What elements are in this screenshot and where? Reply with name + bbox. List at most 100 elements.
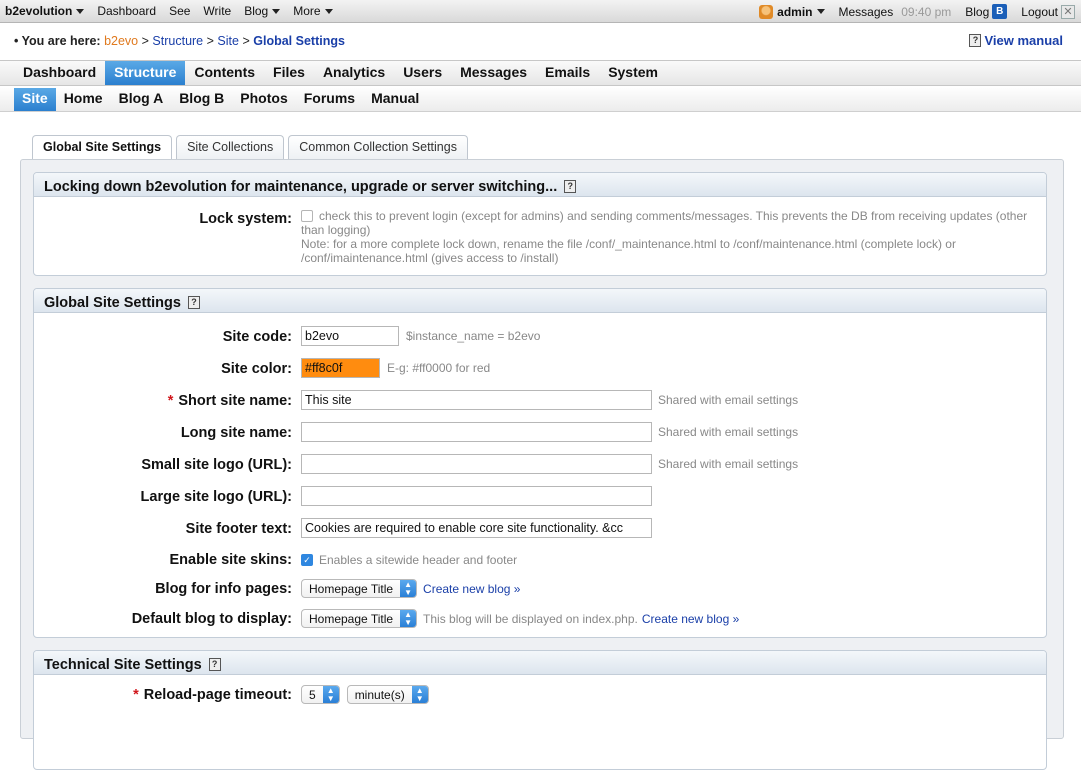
site-color-note: E-g: #ff0000 for red <box>387 361 491 375</box>
main-menu-item-contents[interactable]: Contents <box>185 61 264 85</box>
long-site-name-input[interactable] <box>301 422 652 442</box>
sub-menu-item-manual[interactable]: Manual <box>363 88 427 111</box>
info-blog-label: Blog for info pages: <box>155 581 292 597</box>
evobar-item-b2evolution[interactable]: b2evolution <box>5 4 85 18</box>
view-manual-link[interactable]: ? View manual <box>969 33 1063 48</box>
user-menu[interactable]: admin <box>759 4 825 19</box>
fieldset-title: Technical Site Settings <box>44 656 202 673</box>
chevron-down-icon <box>76 9 85 14</box>
site-color-label: Site color: <box>221 361 292 377</box>
help-icon[interactable]: ? <box>187 296 200 309</box>
chevron-down-icon <box>272 9 281 14</box>
blog-link[interactable]: Blog B <box>965 4 1008 19</box>
help-icon[interactable]: ? <box>208 658 221 671</box>
close-icon: ✕ <box>1061 4 1075 19</box>
create-new-blog-link[interactable]: Create new blog » <box>423 582 520 596</box>
sub-menu-item-blog-b[interactable]: Blog B <box>171 88 232 111</box>
lock-system-field: check this to prevent login (except for … <box>301 209 1041 265</box>
reload-unit-select[interactable]: minute(s) ▲ ▼ <box>346 685 429 704</box>
breadcrumb-prefix: • You are here: <box>14 34 101 48</box>
help-icon: ? <box>969 34 982 47</box>
settings-tabs: Global Site Settings Site Collections Comm… <box>32 135 472 160</box>
breadcrumb-separator: > <box>206 34 214 48</box>
logout-link[interactable]: Logout ✕ <box>1021 4 1075 19</box>
reload-unit-selected: minute(s) <box>354 687 405 702</box>
settings-panel: Locking down b2evolution for maintenance… <box>20 159 1064 770</box>
create-new-blog-link[interactable]: Create new blog » <box>642 612 739 626</box>
footer-text-label: Site footer text: <box>185 521 292 537</box>
small-logo-note: Shared with email settings <box>658 457 799 471</box>
large-logo-field <box>301 486 652 506</box>
select-arrows-icon: ▲ ▼ <box>400 580 417 597</box>
avatar-icon <box>759 4 774 19</box>
main-menu-item-users[interactable]: Users <box>394 61 451 85</box>
breadcrumb-separator: > <box>242 34 250 48</box>
large-logo-label: Large site logo (URL): <box>140 489 292 505</box>
info-blog-select[interactable]: Homepage Title ▲ ▼ <box>301 579 418 598</box>
logout-label: Logout <box>1021 4 1058 19</box>
chevron-down-icon <box>324 9 333 14</box>
footer-text-input[interactable] <box>301 518 652 538</box>
main-menu-item-analytics[interactable]: Analytics <box>314 61 394 85</box>
reload-timeout-label-text: Reload-page timeout: <box>143 687 292 703</box>
blog-icon: B <box>992 4 1008 19</box>
main-menu-item-files[interactable]: Files <box>264 61 314 85</box>
main-menu-item-structure[interactable]: Structure <box>105 61 186 85</box>
select-arrows-icon: ▲ ▼ <box>411 686 428 703</box>
footer-text-field <box>301 518 652 538</box>
evobar-item-label: More <box>293 4 321 18</box>
reload-timeout-field: 5 ▲ ▼ minute(s) ▲ ▼ <box>301 685 429 704</box>
sub-menu-item-forums[interactable]: Forums <box>296 88 363 111</box>
small-logo-input[interactable] <box>301 454 652 474</box>
short-site-name-note: Shared with email settings <box>658 393 799 407</box>
sub-menu-item-site[interactable]: Site <box>14 88 56 111</box>
tab-site-collections[interactable]: Site Collections <box>176 135 285 159</box>
evobar-item-more[interactable]: More <box>293 4 333 18</box>
required-marker: * <box>167 393 174 409</box>
help-icon[interactable]: ? <box>564 180 577 193</box>
info-blog-selected: Homepage Title <box>309 581 394 596</box>
default-blog-selected: Homepage Title <box>309 611 394 626</box>
enable-skins-note: Enables a sitewide header and footer <box>319 553 518 567</box>
evobar-item-blog[interactable]: Blog <box>244 4 281 18</box>
short-site-name-field: Shared with email settings <box>301 390 798 410</box>
messages-link[interactable]: Messages <box>839 5 894 19</box>
fieldset-header: Locking down b2evolution for maintenance… <box>34 173 1046 197</box>
small-logo-field: Shared with email settings <box>301 454 798 474</box>
tab-global-site-settings[interactable]: Global Site Settings <box>32 135 173 160</box>
enable-skins-checkbox[interactable]: ✓ <box>301 554 313 566</box>
main-menu-item-messages[interactable]: Messages <box>451 61 536 85</box>
evobar-item-see[interactable]: See <box>169 4 190 18</box>
site-code-input[interactable] <box>301 326 399 346</box>
site-color-input[interactable] <box>301 358 380 378</box>
breadcrumb-separator: > <box>141 34 149 48</box>
main-menu-item-emails[interactable]: Emails <box>536 61 599 85</box>
technical-fieldset: Technical Site Settings? * Reload-page ti… <box>33 650 1047 770</box>
breadcrumb-item-b2evo[interactable]: b2evo <box>104 34 138 48</box>
evobar-item-dashboard[interactable]: Dashboard <box>97 4 156 18</box>
breadcrumb: • You are here: b2evo > Structure > Site… <box>14 34 345 48</box>
default-blog-select[interactable]: Homepage Title ▲ ▼ <box>301 609 418 628</box>
breadcrumb-item-site[interactable]: Site <box>217 34 239 48</box>
default-blog-label: Default blog to display: <box>131 611 292 627</box>
reload-timeout-select[interactable]: 5 ▲ ▼ <box>301 685 340 704</box>
short-site-name-input[interactable] <box>301 390 652 410</box>
small-logo-label: Small site logo (URL): <box>141 457 292 473</box>
evobar-item-write[interactable]: Write <box>203 4 231 18</box>
main-menu-item-dashboard[interactable]: Dashboard <box>14 61 105 85</box>
site-code-field: $instance_name = b2evo <box>301 326 540 346</box>
enable-skins-label: Enable site skins: <box>169 552 293 568</box>
required-marker: * <box>133 687 139 703</box>
breadcrumb-item-structure[interactable]: Structure <box>152 34 203 48</box>
fieldset-title: Global Site Settings <box>44 294 181 311</box>
global-site-fieldset: Global Site Settings? Site code: $instan… <box>33 288 1047 638</box>
sub-menu-item-home[interactable]: Home <box>56 88 111 111</box>
lock-system-checkbox[interactable] <box>301 210 313 222</box>
tab-common-collection-settings[interactable]: Common Collection Settings <box>288 135 468 159</box>
large-logo-input[interactable] <box>301 486 652 506</box>
lock-system-desc: check this to prevent login (except for … <box>301 209 1028 237</box>
sub-menu-item-blog-a[interactable]: Blog A <box>111 88 172 111</box>
default-blog-note: This blog will be displayed on index.php… <box>423 611 638 626</box>
sub-menu-item-photos[interactable]: Photos <box>232 88 295 111</box>
main-menu-item-system[interactable]: System <box>599 61 667 85</box>
